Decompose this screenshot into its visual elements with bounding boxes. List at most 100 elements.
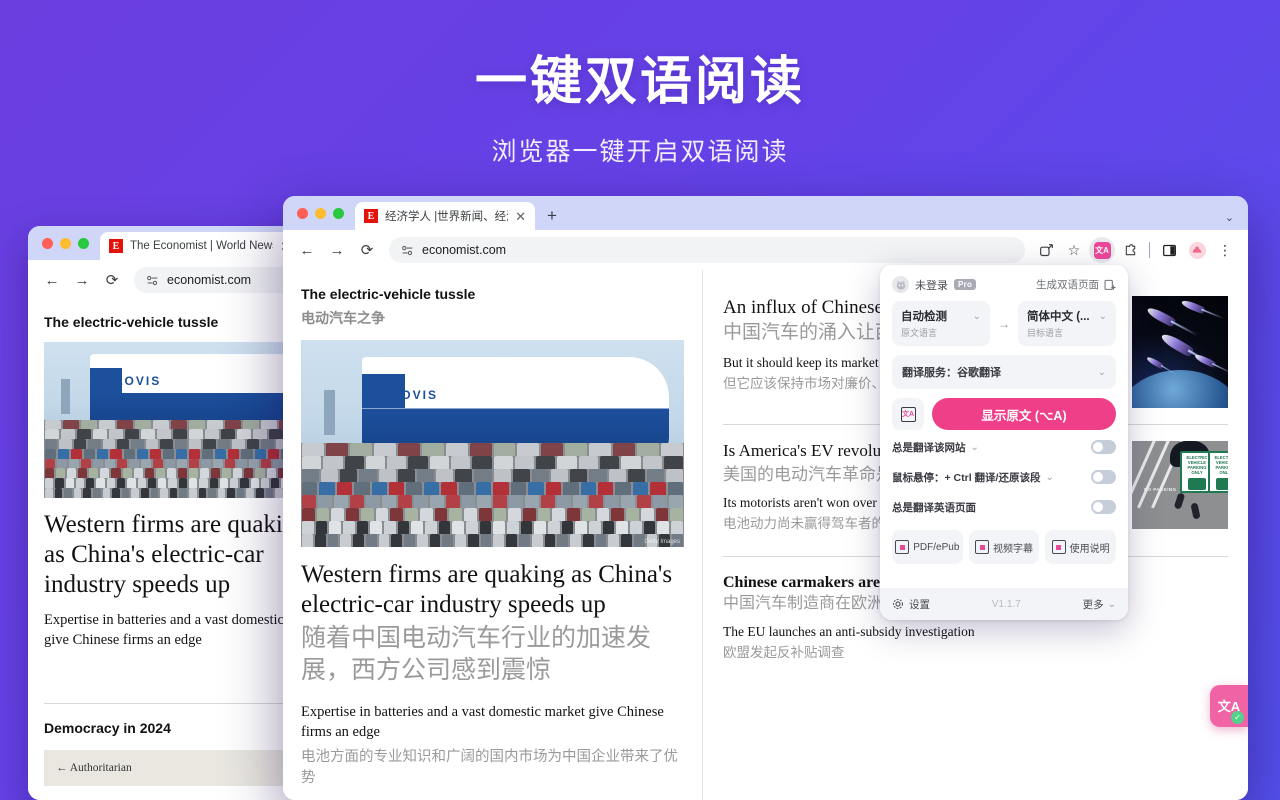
- parked-car: [596, 508, 610, 521]
- address-bar[interactable]: economist.com: [389, 237, 1025, 263]
- extensions-puzzle-icon[interactable]: [1117, 237, 1143, 263]
- toggle-always-translate-english[interactable]: [1091, 500, 1116, 514]
- language-selector-row: 自动检测 ⌄ 原文语言 → 简体中文 (... ⌄ 目标语言: [880, 301, 1128, 346]
- parked-car: [510, 482, 527, 496]
- immersive-translate-popup[interactable]: 未登录 Pro 生成双语页面 自动检测 ⌄ 原文语言 → 简体中文 (... ⌄…: [880, 265, 1128, 620]
- share-icon[interactable]: [1033, 237, 1059, 263]
- parked-car: [557, 533, 569, 547]
- translation-service-select[interactable]: 翻译服务：谷歌翻译 ⌄: [892, 355, 1116, 389]
- nav-forward-icon[interactable]: →: [323, 236, 351, 264]
- parked-car: [129, 458, 139, 469]
- floating-translate-button[interactable]: 文A ✓: [1210, 685, 1248, 727]
- front-window-controls[interactable]: [293, 196, 355, 230]
- parked-car: [421, 443, 444, 457]
- parked-car: [661, 443, 683, 457]
- video-subtitle-icon: [975, 540, 989, 554]
- parked-car: [668, 495, 683, 509]
- maximize-window-dot[interactable]: [78, 237, 89, 249]
- parked-car: [227, 487, 235, 498]
- back-nav-forward-icon[interactable]: →: [68, 266, 96, 294]
- pdf-epub-button[interactable]: PDF/ePub: [892, 530, 963, 564]
- generate-bilingual-page-label: 生成双语页面: [1036, 279, 1099, 291]
- toggle-mouse-hover[interactable]: [1091, 470, 1116, 484]
- option-mouse-hover[interactable]: 鼠标悬停：+ Ctrl 翻译/还原该段 ⌄: [880, 464, 1128, 490]
- parked-car: [436, 469, 454, 483]
- bookmark-star-icon[interactable]: ☆: [1061, 237, 1087, 263]
- maximize-window-dot[interactable]: [333, 207, 344, 219]
- parked-car: [246, 439, 260, 449]
- parked-car: [405, 508, 418, 521]
- parked-car: [575, 520, 588, 534]
- side-panel-icon[interactable]: [1156, 237, 1182, 263]
- parked-car: [45, 429, 59, 440]
- parked-car: [97, 448, 109, 459]
- generate-bilingual-page-button[interactable]: 生成双语页面: [1036, 277, 1116, 292]
- front-browser-tab[interactable]: E 经济学人 |世界新闻、经济、政 ✕: [355, 202, 535, 230]
- parked-car: [616, 520, 629, 534]
- parked-car: [219, 478, 229, 488]
- settings-button[interactable]: 设置: [892, 597, 930, 612]
- parked-car: [255, 468, 265, 479]
- parked-car: [589, 469, 607, 483]
- parked-car: [671, 520, 683, 534]
- manual-button[interactable]: 使用说明: [1045, 530, 1117, 564]
- ev-sign-text: ELECTRIC VEHICLE PARKING ONLY: [1214, 454, 1228, 476]
- chevron-down-icon[interactable]: ⌄: [971, 442, 979, 453]
- immersive-translate-extension-icon[interactable]: 文A: [1089, 237, 1115, 263]
- option-always-translate-site[interactable]: 总是翻译该网站 ⌄: [880, 434, 1128, 460]
- parked-car: [144, 468, 154, 479]
- target-language-select[interactable]: 简体中文 (... ⌄ 目标语言: [1018, 301, 1116, 346]
- close-window-dot[interactable]: [42, 237, 53, 249]
- profile-avatar[interactable]: [1184, 237, 1210, 263]
- more-button[interactable]: 更多 ⌄: [1083, 597, 1116, 612]
- parked-car: [199, 478, 208, 488]
- parked-car: [570, 533, 581, 547]
- parked-car: [316, 508, 330, 521]
- translate-mode-toggle-button[interactable]: 文A: [892, 398, 924, 430]
- back-reload-icon[interactable]: ⟳: [98, 266, 126, 294]
- close-tab-icon[interactable]: ✕: [515, 210, 526, 223]
- chevron-down-icon[interactable]: ⌄: [1045, 472, 1053, 483]
- option-always-translate-english[interactable]: 总是翻译英语页面: [880, 494, 1128, 520]
- show-original-button[interactable]: 显示原文 (⌥A): [932, 398, 1116, 430]
- source-language-value: 自动检测: [901, 311, 947, 323]
- parked-car: [198, 487, 207, 498]
- pro-badge[interactable]: Pro: [954, 279, 977, 290]
- minimize-window-dot[interactable]: [60, 237, 71, 249]
- back-window-controls[interactable]: [38, 226, 100, 260]
- site-settings-icon: [147, 275, 158, 285]
- parked-car: [480, 533, 492, 547]
- parked-car: [92, 487, 101, 498]
- avatar: [1188, 241, 1206, 259]
- browser-menu-icon[interactable]: ⋮: [1212, 237, 1238, 263]
- story-thumbnail-space-cars: [1132, 296, 1228, 408]
- tab-search-chevron-down-icon[interactable]: ⌄: [1225, 211, 1234, 224]
- parked-car: [314, 533, 326, 547]
- login-status-label[interactable]: 未登录: [915, 277, 948, 293]
- parked-car: [266, 468, 276, 479]
- parked-car: [449, 508, 463, 521]
- parked-car: [416, 469, 435, 483]
- parked-car: [189, 458, 199, 469]
- back-nav-back-icon[interactable]: ←: [38, 266, 66, 294]
- reload-icon[interactable]: ⟳: [353, 236, 381, 264]
- close-window-dot[interactable]: [297, 207, 308, 219]
- settings-label: 设置: [909, 598, 930, 611]
- toggle-always-translate-site[interactable]: [1091, 440, 1116, 454]
- minimize-window-dot[interactable]: [315, 207, 326, 219]
- article-headline-en[interactable]: Western firms are quaking as China's ele…: [301, 560, 684, 620]
- parked-car: [260, 478, 270, 488]
- parked-car: [478, 508, 492, 521]
- source-language-select[interactable]: 自动检测 ⌄ 原文语言: [892, 301, 990, 346]
- back-browser-tab[interactable]: E The Economist | World News, ✕: [100, 232, 300, 260]
- option-label: 鼠标悬停：+ Ctrl 翻译/还原该段: [892, 471, 1041, 484]
- account-area[interactable]: 未登录 Pro: [892, 276, 977, 293]
- parked-car: [150, 487, 159, 498]
- video-subtitle-button[interactable]: 视频字幕: [968, 530, 1040, 564]
- parked-car: [73, 439, 87, 449]
- parked-car: [333, 495, 348, 509]
- new-tab-button[interactable]: +: [535, 202, 569, 230]
- parked-car: [637, 495, 651, 509]
- ev-parking-sign: ELECTRIC VEHICLE PARKING ONLY: [1208, 451, 1228, 493]
- nav-back-icon[interactable]: ←: [293, 236, 321, 264]
